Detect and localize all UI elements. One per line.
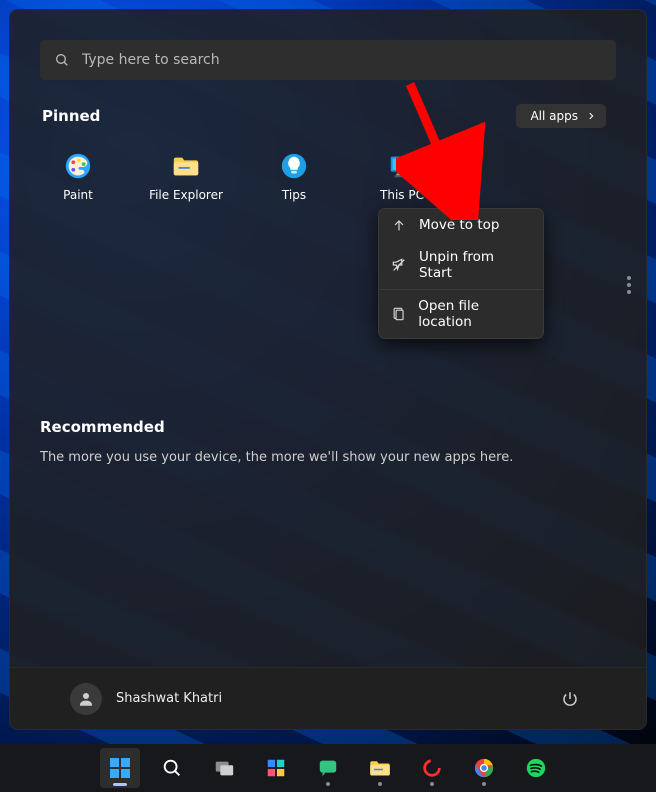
- start-footer: Shashwat Khatri: [10, 667, 646, 729]
- search-button[interactable]: [152, 748, 192, 788]
- user-name: Shashwat Khatri: [116, 691, 222, 706]
- spotify-icon: [525, 757, 547, 779]
- recommended-section: Recommended The more you use your device…: [40, 418, 616, 465]
- start-menu: Type here to search Pinned All apps Pain…: [9, 9, 647, 730]
- task-view-button[interactable]: [204, 748, 244, 788]
- pinned-app-tips[interactable]: Tips: [246, 146, 342, 208]
- search-icon: [54, 52, 70, 68]
- task-view-icon: [213, 757, 235, 779]
- spotify-task[interactable]: [516, 748, 556, 788]
- file-explorer-icon: [170, 150, 202, 182]
- menu-item-label: Open file location: [418, 298, 531, 330]
- windows-logo-icon: [108, 756, 132, 780]
- file-location-icon: [391, 306, 406, 322]
- chat-button[interactable]: [308, 748, 348, 788]
- widgets-icon: [265, 757, 287, 779]
- menu-item-unpin[interactable]: Unpin from Start: [379, 241, 543, 289]
- file-explorer-icon: [368, 756, 392, 780]
- file-explorer-task[interactable]: [360, 748, 400, 788]
- menu-item-label: Move to top: [419, 217, 499, 233]
- pinned-app-label: Paint: [63, 188, 93, 202]
- menu-item-label: Unpin from Start: [419, 249, 531, 281]
- pinned-header: Pinned All apps: [40, 104, 616, 128]
- user-account-button[interactable]: Shashwat Khatri: [70, 683, 222, 715]
- pinned-app-this-pc[interactable]: This PC: [354, 146, 450, 208]
- power-icon: [561, 690, 579, 708]
- pinned-app-label: Tips: [282, 188, 306, 202]
- pinned-app-paint[interactable]: Paint: [30, 146, 126, 208]
- all-apps-label: All apps: [530, 109, 578, 123]
- chat-icon: [317, 757, 339, 779]
- pinned-app-file-explorer[interactable]: File Explorer: [138, 146, 234, 208]
- pinned-app-label: File Explorer: [149, 188, 223, 202]
- chevron-right-icon: [586, 111, 596, 121]
- recommended-empty-text: The more you use your device, the more w…: [40, 450, 596, 465]
- unpin-icon: [391, 257, 407, 273]
- pinned-app-label: This PC: [380, 188, 424, 202]
- chrome-icon: [473, 757, 495, 779]
- pinned-grid: Paint File Explorer Tips This PC: [30, 146, 616, 208]
- pinned-heading: Pinned: [42, 107, 100, 125]
- chrome-task[interactable]: [464, 748, 504, 788]
- widgets-button[interactable]: [256, 748, 296, 788]
- this-pc-icon: [386, 150, 418, 182]
- app-red-circle[interactable]: [412, 748, 452, 788]
- search-placeholder: Type here to search: [82, 52, 220, 68]
- menu-item-open-file-location[interactable]: Open file location: [379, 290, 543, 338]
- menu-item-move-to-top[interactable]: Move to top: [379, 209, 543, 241]
- arrow-up-icon: [391, 217, 407, 233]
- red-ring-icon: [421, 757, 443, 779]
- person-icon: [77, 690, 95, 708]
- search-icon: [161, 757, 183, 779]
- avatar: [70, 683, 102, 715]
- power-button[interactable]: [554, 683, 586, 715]
- taskbar: [0, 744, 656, 792]
- more-options-handle[interactable]: [618, 272, 640, 298]
- search-input[interactable]: Type here to search: [40, 40, 616, 80]
- all-apps-button[interactable]: All apps: [516, 104, 606, 128]
- start-button[interactable]: [100, 748, 140, 788]
- recommended-heading: Recommended: [40, 418, 596, 436]
- tips-icon: [278, 150, 310, 182]
- context-menu: Move to top Unpin from Start Open file l…: [378, 208, 544, 339]
- paint-icon: [62, 150, 94, 182]
